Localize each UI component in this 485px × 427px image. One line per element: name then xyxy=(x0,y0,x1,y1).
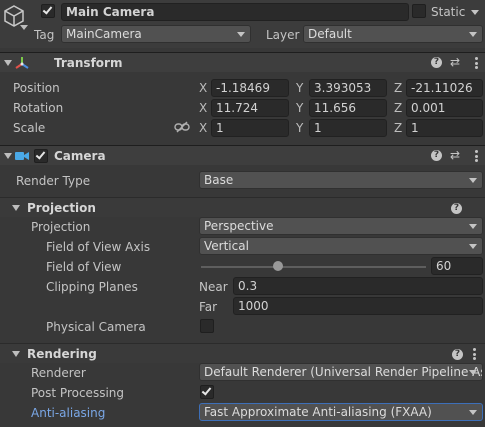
rotation-label: Rotation xyxy=(13,101,64,115)
presets-icon[interactable]: ⇄ xyxy=(450,149,460,161)
presets-icon[interactable]: ⇄ xyxy=(450,56,460,68)
projection-dropdown[interactable]: Perspective xyxy=(199,217,483,235)
chevron-down-icon xyxy=(469,32,477,37)
clipping-planes-label: Clipping Planes xyxy=(46,280,138,294)
scale-label: Scale xyxy=(13,121,46,135)
help-icon[interactable]: ? xyxy=(431,150,442,161)
renderer-dropdown[interactable]: Default Renderer (Universal Render Pipel… xyxy=(199,363,483,381)
physical-camera-label: Physical Camera xyxy=(46,320,146,334)
gameobject-name-field[interactable]: Main Camera xyxy=(61,3,409,21)
chevron-down-icon xyxy=(469,244,477,249)
more-options-icon[interactable] xyxy=(475,57,478,69)
renderer-value: Default Renderer (Universal Render Pipel… xyxy=(204,365,483,379)
static-dropdown-button[interactable] xyxy=(467,3,483,21)
tag-label: Tag xyxy=(34,28,55,42)
more-options-icon[interactable] xyxy=(473,348,476,360)
rendering-section-header[interactable]: Rendering ? xyxy=(0,343,485,363)
layer-value: Default xyxy=(308,27,352,41)
help-icon[interactable]: ? xyxy=(452,349,463,360)
help-icon[interactable]: ? xyxy=(451,203,462,214)
renderer-label: Renderer xyxy=(31,366,86,380)
rotation-x-axis[interactable]: X xyxy=(199,100,207,116)
post-processing-label: Post Processing xyxy=(31,386,124,400)
position-y-axis[interactable]: Y xyxy=(296,80,303,96)
projection-section-header[interactable]: Projection ? xyxy=(0,197,485,217)
projection-section-title: Projection xyxy=(27,201,96,215)
check-icon xyxy=(42,4,53,15)
chevron-down-icon xyxy=(469,224,477,229)
gameobject-header: Main Camera Static Tag MainCamera Layer … xyxy=(0,0,485,48)
rotation-y-field[interactable]: 11.656 xyxy=(309,99,387,117)
foldout-arrow-icon[interactable] xyxy=(12,351,20,357)
scale-y-axis[interactable]: Y xyxy=(296,120,303,136)
render-type-dropdown[interactable]: Base xyxy=(199,171,483,189)
rendering-section-title: Rendering xyxy=(27,347,97,361)
chevron-down-icon xyxy=(469,410,477,415)
camera-icon xyxy=(15,152,29,160)
rotation-z-field[interactable]: 0.001 xyxy=(406,99,483,117)
position-x-axis[interactable]: X xyxy=(199,80,207,96)
camera-title: Camera xyxy=(54,149,106,163)
camera-enabled-checkbox[interactable] xyxy=(34,149,48,163)
fov-label: Field of View xyxy=(46,260,122,274)
post-processing-checkbox[interactable] xyxy=(200,385,214,399)
camera-header[interactable]: Camera ? ⇄ xyxy=(0,145,485,165)
foldout-arrow-icon[interactable] xyxy=(4,153,12,159)
transform-header[interactable]: Transform ? ⇄ xyxy=(0,52,485,72)
layer-dropdown[interactable]: Default xyxy=(303,25,483,43)
more-options-icon[interactable] xyxy=(475,150,478,162)
far-field[interactable]: 1000 xyxy=(233,297,483,315)
near-field[interactable]: 0.3 xyxy=(233,277,483,295)
help-icon[interactable]: ? xyxy=(431,57,442,68)
position-z-axis[interactable]: Z xyxy=(394,80,402,96)
projection-label: Projection xyxy=(31,220,91,234)
chevron-down-icon xyxy=(237,32,245,37)
static-checkbox[interactable] xyxy=(412,4,426,18)
fov-slider-thumb[interactable] xyxy=(272,261,283,271)
transform-title: Transform xyxy=(54,56,123,70)
check-icon xyxy=(201,385,212,396)
scale-z-field[interactable]: 1 xyxy=(406,119,483,137)
tag-value: MainCamera xyxy=(66,27,142,41)
scale-y-field[interactable]: 1 xyxy=(309,119,387,137)
rotation-x-field[interactable]: 11.724 xyxy=(211,99,289,117)
position-z-field[interactable]: -21.11026 xyxy=(406,79,483,97)
scale-x-axis[interactable]: X xyxy=(199,120,207,136)
render-type-value: Base xyxy=(204,173,234,187)
rotation-y-axis[interactable]: Y xyxy=(296,100,303,116)
static-label: Static xyxy=(431,5,466,19)
anti-aliasing-dropdown[interactable]: Fast Approximate Anti-aliasing (FXAA) xyxy=(199,403,483,421)
chevron-down-icon xyxy=(469,178,477,183)
position-label: Position xyxy=(13,81,60,95)
rotation-z-axis[interactable]: Z xyxy=(394,100,402,116)
near-label: Near xyxy=(199,280,228,294)
fov-slider-track[interactable] xyxy=(201,266,426,268)
icon-dropdown-arrow[interactable] xyxy=(20,25,28,30)
position-y-field[interactable]: 3.393053 xyxy=(309,79,387,97)
layer-label: Layer xyxy=(266,28,300,42)
scale-z-axis[interactable]: Z xyxy=(394,120,402,136)
anti-aliasing-value: Fast Approximate Anti-aliasing (FXAA) xyxy=(204,405,432,419)
fov-axis-value: Vertical xyxy=(204,239,249,253)
fov-field[interactable]: 60 xyxy=(431,257,483,275)
check-icon xyxy=(35,149,46,160)
scale-x-field[interactable]: 1 xyxy=(211,119,289,137)
position-x-field[interactable]: -1.18469 xyxy=(211,79,289,97)
anti-aliasing-label: Anti-aliasing xyxy=(31,406,106,420)
projection-value: Perspective xyxy=(204,219,274,233)
fov-axis-dropdown[interactable]: Vertical xyxy=(199,237,483,255)
tag-dropdown[interactable]: MainCamera xyxy=(61,25,251,43)
active-checkbox[interactable] xyxy=(41,4,55,18)
foldout-arrow-icon[interactable] xyxy=(4,60,12,66)
far-label: Far xyxy=(199,300,218,314)
foldout-arrow-icon[interactable] xyxy=(12,205,20,211)
chevron-down-icon xyxy=(469,370,477,375)
render-type-label: Render Type xyxy=(16,174,91,188)
constrain-proportions-link-icon[interactable] xyxy=(174,121,190,133)
fov-axis-label: Field of View Axis xyxy=(46,240,151,254)
transform-axis-icon xyxy=(15,57,29,69)
physical-camera-checkbox[interactable] xyxy=(200,319,214,333)
